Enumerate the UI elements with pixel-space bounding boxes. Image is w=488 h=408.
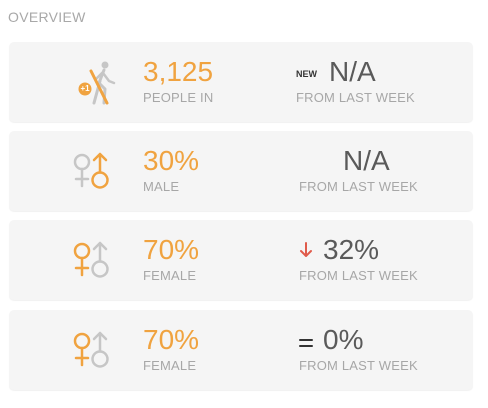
new-badge: NEW	[296, 69, 317, 79]
change-label: FROM LAST WEEK	[296, 90, 415, 105]
stat-card-female[interactable]: 70% FEMALE 0% FROM LAST WEEK	[9, 310, 473, 390]
metric-value: 70%	[143, 234, 200, 265]
change: 32% FROM LAST WEEK	[299, 234, 418, 283]
people-walk-in-icon	[78, 61, 116, 105]
down-arrow-icon	[300, 242, 312, 257]
plus-one-badge: +1	[80, 84, 90, 93]
metric-value: 3,125	[143, 56, 214, 87]
gender-male-highlight-icon	[73, 152, 109, 189]
stat-card-male[interactable]: 30% MALE N/A FROM LAST WEEK	[9, 131, 473, 211]
metric-label: PEOPLE IN	[143, 90, 214, 105]
change-value: N/A	[343, 145, 390, 176]
change: NEW N/A FROM LAST WEEK	[296, 56, 415, 105]
stat-card-people-in[interactable]: +1 3,125 PEOPLE IN NEW N/A FROM LAST WEE…	[9, 42, 473, 122]
change: N/A FROM LAST WEEK	[299, 145, 418, 194]
gender-female-highlight-icon	[73, 331, 109, 368]
equals-icon	[299, 339, 313, 347]
metric: 70% FEMALE	[143, 324, 199, 373]
change-label: FROM LAST WEEK	[299, 358, 418, 373]
metric-label: FEMALE	[143, 268, 197, 283]
metric-value: 70%	[143, 324, 200, 355]
metric: 30% MALE	[143, 145, 199, 194]
metric-label: MALE	[143, 179, 180, 194]
change: 0% FROM LAST WEEK	[299, 324, 418, 373]
change-label: FROM LAST WEEK	[299, 179, 418, 194]
change-value: 0%	[323, 324, 364, 355]
change-label: FROM LAST WEEK	[299, 268, 418, 283]
metric-value: 30%	[143, 145, 200, 176]
metric: 3,125 PEOPLE IN	[143, 56, 213, 105]
section-title: OVERVIEW	[8, 9, 86, 25]
change-value: N/A	[329, 56, 376, 87]
metric-label: FEMALE	[143, 358, 197, 373]
stat-card-female[interactable]: 70% FEMALE 32% FROM LAST WEEK	[9, 220, 473, 300]
change-value: 32%	[323, 234, 380, 265]
gender-female-highlight-icon	[73, 241, 109, 278]
metric: 70% FEMALE	[143, 234, 199, 283]
